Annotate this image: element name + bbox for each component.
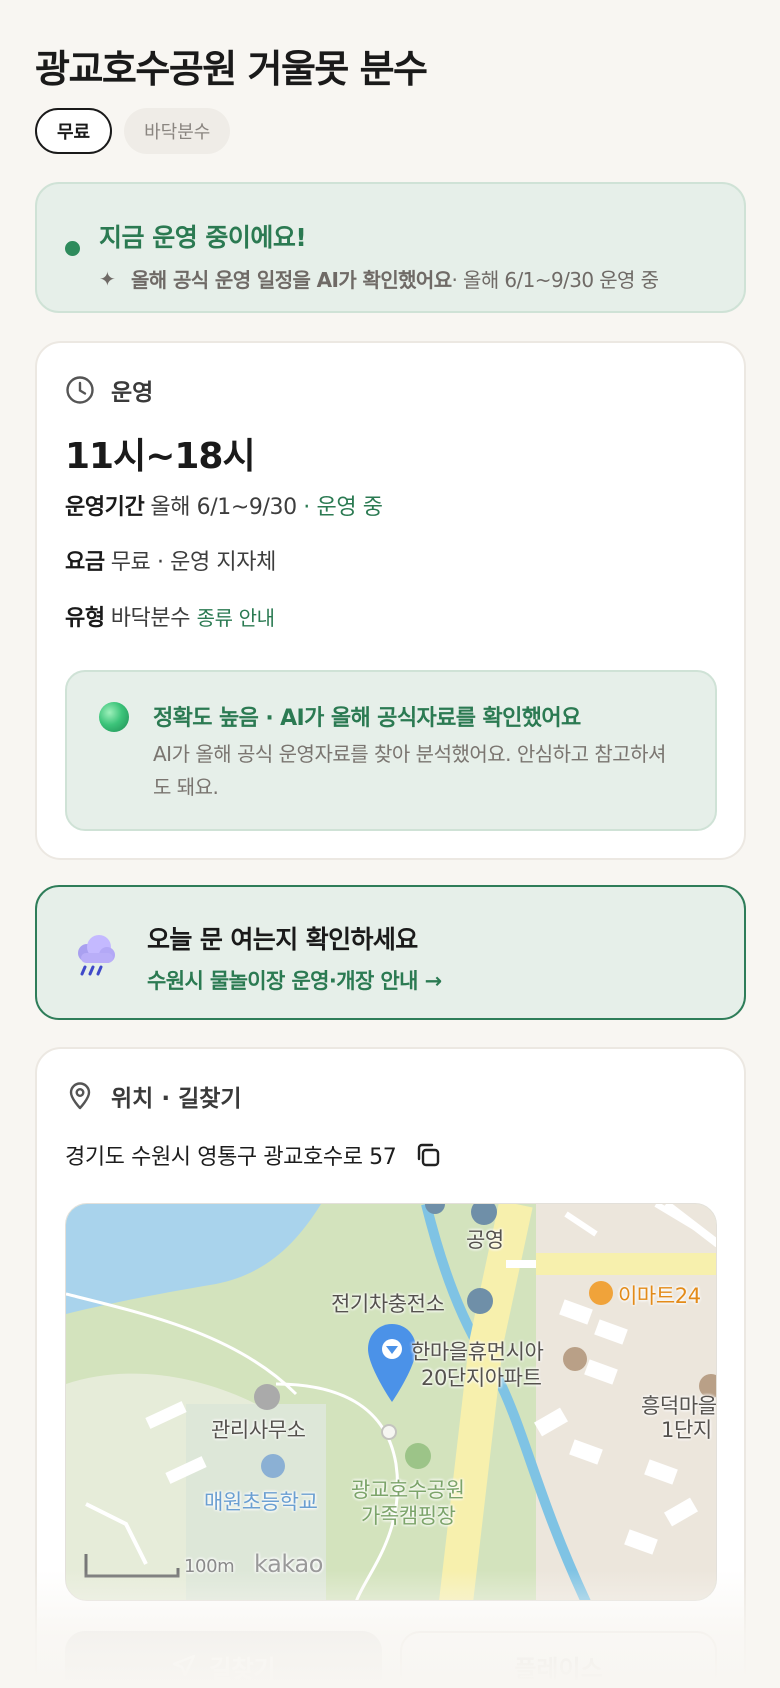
status-title: 지금 운영 중이에요! <box>99 223 307 252</box>
copy-icon[interactable] <box>414 1141 442 1169</box>
open-check-card[interactable]: 오늘 문 여는지 확인하세요 수원시 물놀이장 운영·개장 안내 → <box>35 885 746 1020</box>
chip-floor-fountain[interactable]: 바닥분수 <box>124 108 231 154</box>
address-row: 경기도 수원시 영통구 광교호수로 57 <box>65 1139 442 1171</box>
status-sub-rest: · 올해 6/1~9/30 운영 중 <box>451 268 659 292</box>
location-pin-icon <box>69 1082 91 1110</box>
period-key: 운영기간 <box>65 495 145 520</box>
map-view[interactable]: 공영 전기차충전소 이마트24 한마을휴먼시아 20단지아파트 관리사무소 흥덕… <box>65 1203 717 1601</box>
period-row: 운영기간 올해 6/1~9/30 · 운영 중 <box>65 489 383 521</box>
directions-button-label: 길찾기 <box>209 1654 276 1683</box>
status-card: 지금 운영 중이에요! ✦ 올해 공식 운영 일정을 AI가 확인했어요 · 올… <box>35 182 746 313</box>
rain-cloud-icon <box>78 935 115 976</box>
accuracy-box: 정확도 높음 · AI가 올해 공식자료를 확인했어요 AI가 올해 공식 운영… <box>65 670 717 831</box>
open-check-link[interactable]: 수원시 물놀이장 운영·개장 안내 → <box>147 965 442 995</box>
status-subtitle: ✦ 올해 공식 운영 일정을 AI가 확인했어요 · 올해 6/1~9/30 운… <box>99 264 659 293</box>
location-header: 위치 · 길찾기 <box>65 1079 242 1113</box>
map-scale-label: 100m <box>184 1556 235 1577</box>
map-label-parking: 공영 <box>466 1228 504 1252</box>
map-label-management-office: 관리사무소 <box>211 1418 306 1442</box>
operation-card: 운영 11시~18시 운영기간 올해 6/1~9/30 · 운영 중 요금 무료 ·… <box>35 341 746 860</box>
chip-free[interactable]: 무료 <box>35 108 113 154</box>
type-row: 유형 바닥분수 종류 안내 <box>65 600 275 632</box>
accuracy-title: 정확도 높음 · AI가 올해 공식자료를 확인했어요 <box>153 706 581 731</box>
map-label-camping: 가족캠핑장 <box>361 1504 456 1528</box>
location-card: 위치 · 길찾기 경기도 수원시 영통구 광교호수로 57 공영 전기차충전소 … <box>35 1047 746 1688</box>
directions-button[interactable]: 길찾기 <box>65 1631 382 1688</box>
accuracy-indicator-icon <box>99 702 129 732</box>
address-text: 경기도 수원시 영통구 광교호수로 57 <box>65 1145 397 1170</box>
status-dot <box>65 241 80 256</box>
location-header-label: 위치 · 길찾기 <box>111 1086 242 1112</box>
page-title: 광교호수공원 거울못 분수 <box>35 47 428 91</box>
tag-chips: 무료 바닥분수 <box>35 108 231 154</box>
period-status: · 운영 중 <box>296 495 383 520</box>
operation-hours: 11시~18시 <box>65 436 256 477</box>
map-label-apartment-2: 20단지아파트 <box>421 1366 542 1390</box>
map-label-emart24: 이마트24 <box>618 1284 701 1308</box>
place-button[interactable]: 플레이스 <box>400 1631 717 1688</box>
operation-header-label: 운영 <box>111 380 154 406</box>
fee-value: 무료 · 운영 지자체 <box>110 550 277 575</box>
open-check-title: 오늘 문 여는지 확인하세요 <box>147 925 418 954</box>
period-value: 올해 6/1~9/30 <box>150 495 297 520</box>
status-sub-bold: 올해 공식 운영 일정을 AI가 확인했어요 <box>131 268 452 292</box>
operation-header: 운영 <box>65 373 153 407</box>
map-canvas <box>66 1204 716 1600</box>
clock-icon <box>66 376 94 404</box>
fee-key: 요금 <box>65 550 105 575</box>
navigation-arrow-icon <box>173 1654 196 1677</box>
map-label-heungdeok-2: 1단지 <box>661 1418 712 1442</box>
type-value: 바닥분수 <box>110 606 191 631</box>
accuracy-body: AI가 올해 공식 운영자료를 찾아 분석했어요. 안심하고 참고하셔도 돼요. <box>153 742 666 799</box>
place-button-label: 플레이스 <box>514 1654 603 1683</box>
map-label-ev-charging: 전기차충전소 <box>331 1292 445 1316</box>
kakao-logo: kakao <box>254 1550 324 1578</box>
fee-row: 요금 무료 · 운영 지자체 <box>65 544 276 576</box>
type-key: 유형 <box>65 606 105 631</box>
action-buttons: 길찾기 플레이스 <box>65 1631 717 1688</box>
type-guide-link[interactable]: 종류 안내 <box>197 606 275 630</box>
sparkle-icon: ✦ <box>99 266 116 291</box>
map-label-school: 매원초등학교 <box>204 1490 318 1514</box>
